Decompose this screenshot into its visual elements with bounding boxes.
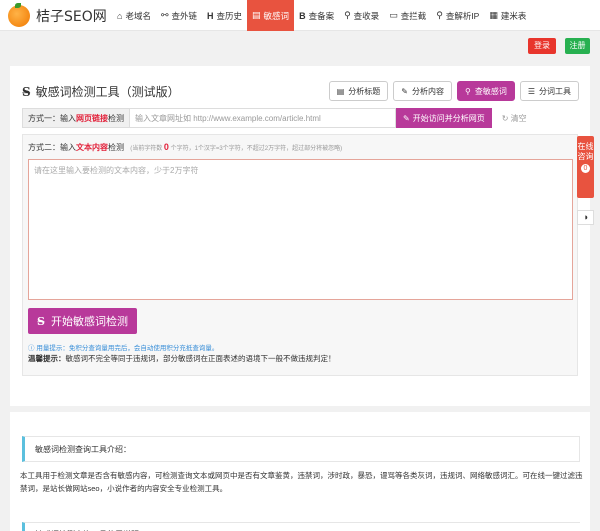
url-row: 方式一：输入 网页链接 检测 输入文章网址如 http://www.example.… [22, 108, 578, 128]
nav-item-index[interactable]: ⚲ 查收录 [339, 0, 384, 31]
theme-toggle-button[interactable]: ◑ [577, 210, 594, 225]
start-detection-button[interactable]: S̶ 开始敏感词检测 [28, 308, 137, 334]
content-textarea[interactable]: 请在这里输入要检测的文本内容，少于2万字符 [28, 159, 573, 300]
intro-text: 本工具用于检测文章是否含有敏感内容，可检测查询文本或网页中是否有文章鉴黄，违禁词… [20, 471, 583, 493]
tab-analyze-title[interactable]: ▤ 分析标题 [328, 81, 389, 101]
site-logo[interactable]: 桔子SEO网 [8, 3, 107, 28]
tab-word-segmentation[interactable]: ☰ 分词工具 [519, 81, 579, 101]
usage-hint: ⓘ 用量提示：免积分查询量用完后，会自动使用积分充抵查询量。 [28, 345, 219, 352]
register-button[interactable]: 注册 [565, 38, 590, 54]
usage-heading: 敏感词检测查询工具使用说明： [22, 522, 580, 531]
fetch-url-button[interactable]: ✎ 开始访问并分析网页 [396, 108, 492, 128]
clear-button[interactable]: ↻ 清空 [502, 113, 527, 124]
login-button[interactable]: 登录 [528, 38, 556, 54]
bold-b-icon: B [299, 10, 306, 21]
consult-badge: 0 [581, 164, 590, 173]
method1-label: 方式一：输入 网页链接 检测 [22, 108, 130, 128]
tool-card: S̶ 敏感词检测工具（测试版） ▤ 分析标题 ✎ 分析内容 ⚲ 查敏感词 ☰ 分… [10, 66, 590, 406]
text-input-panel: 方式二：输入文本内容检测 (当前字符数 0 个字符，1个汉字=3个字符，不超过2… [22, 134, 578, 376]
folder-icon: ▭ [389, 10, 398, 20]
warm-tip: 温馨提示：敏感词不完全等同于违规词，部分敏感词在正面表述的语境下一般不做违规判定… [28, 354, 336, 363]
logo-text: 桔子SEO网 [36, 9, 107, 25]
nav-item-block[interactable]: ▭ 查拦截 [384, 0, 431, 31]
edit-icon: ✎ [401, 86, 408, 96]
nav-item-old-domain[interactable]: ⌂ 老域名 [112, 0, 156, 31]
page-title: S̶ 敏感词检测工具（测试版） [22, 84, 180, 100]
contrast-icon: ◑ [582, 212, 589, 222]
history-icon: H [207, 10, 214, 21]
intro-card: 敏感词检测查询工具介绍： 本工具用于检测文章是否含有敏感内容，可检测查询文本或网… [10, 412, 590, 531]
nav-item-dns-ip[interactable]: ⚲ 查解析IP [431, 0, 484, 31]
url-input[interactable]: 输入文章网址如 http://www.example.com/article.h… [130, 108, 396, 128]
char-count: 0 [163, 142, 169, 152]
top-nav: 桔子SEO网 ⌂ 老域名 ⚯ 查外链 H 查历史 ▤ 敏感词 B 查备案 ⚲ 查… [0, 0, 600, 31]
nav-items: ⌂ 老域名 ⚯ 查外链 H 查历史 ▤ 敏感词 B 查备案 ⚲ 查收录 ▭ 查拦… [112, 0, 531, 31]
nav-item-rice-table[interactable]: ▦ 建米表 [484, 0, 531, 31]
strikethrough-s-icon: S̶ [22, 84, 31, 99]
location-icon: ⚲ [436, 10, 443, 20]
nav-item-history[interactable]: H 查历史 [202, 0, 247, 31]
online-consult-button[interactable]: 在线咨询 0 [577, 136, 594, 198]
search-icon: ⚲ [464, 86, 471, 96]
tab-analyze-content[interactable]: ✎ 分析内容 [393, 81, 452, 101]
document-icon: ▤ [252, 10, 261, 20]
link-icon: ⚯ [160, 10, 169, 20]
nav-item-backlinks[interactable]: ⚯ 查外链 [156, 0, 202, 31]
grid-icon: ▦ [489, 10, 498, 20]
nav-item-sensitive-words[interactable]: ▤ 敏感词 [247, 0, 295, 31]
home-icon: ⌂ [117, 10, 123, 21]
tool-tabs: ▤ 分析标题 ✎ 分析内容 ⚲ 查敏感词 ☰ 分词工具 [328, 81, 579, 101]
method2-label: 方式二：输入文本内容检测 (当前字符数 0 个字符，1个汉字=3个字符，不超过2… [28, 142, 343, 152]
tab-sensitive-words[interactable]: ⚲ 查敏感词 [456, 81, 515, 101]
orange-logo-icon [8, 3, 30, 27]
nav-item-icp[interactable]: B 查备案 [294, 0, 339, 31]
list-icon: ☰ [527, 86, 535, 96]
strikethrough-s-icon: S̶ [37, 314, 45, 328]
edit-icon: ✎ [403, 113, 410, 123]
search-icon: ⚲ [344, 10, 351, 20]
document-icon: ▤ [336, 86, 345, 96]
char-count-info: (当前字符数 0 个字符，1个汉字=3个字符，不超过2万字符，超过部分将被忽略) [130, 142, 343, 152]
intro-heading: 敏感词检测查询工具介绍： [22, 436, 580, 462]
info-icon: ⓘ [28, 345, 35, 352]
refresh-icon: ↻ [501, 113, 509, 123]
